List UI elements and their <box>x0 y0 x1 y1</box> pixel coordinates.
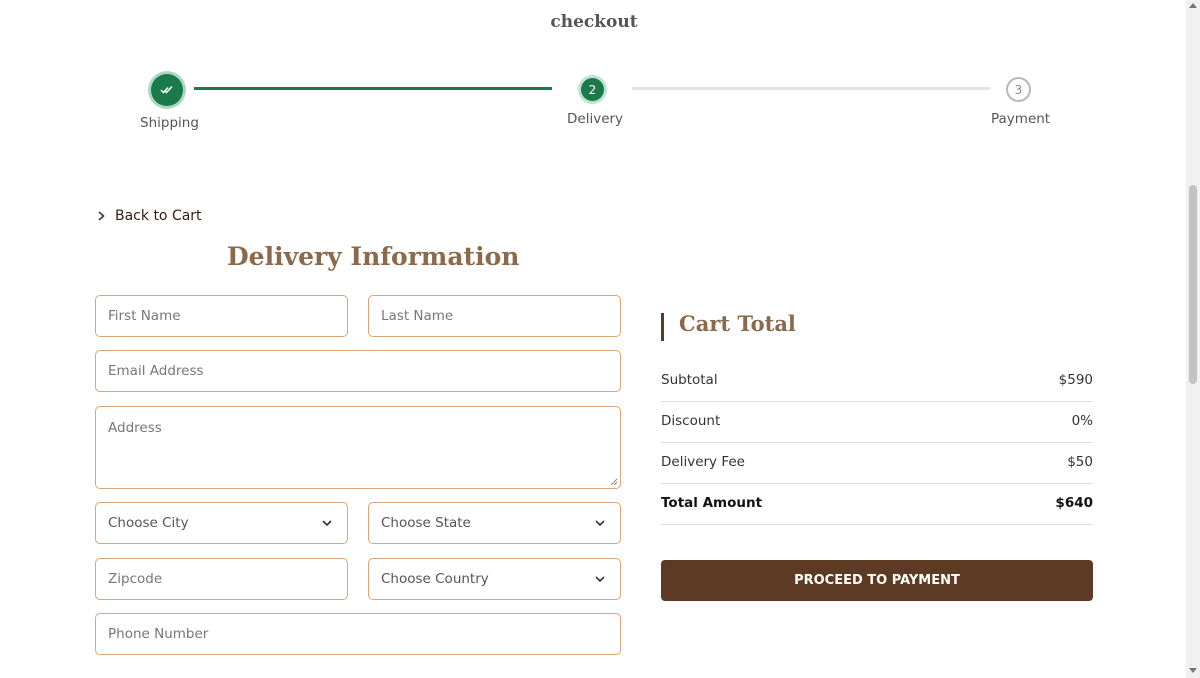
state-select[interactable]: Choose State <box>368 502 621 544</box>
last-name-placeholder: Last Name <box>381 308 454 324</box>
phone-field[interactable]: Phone Number <box>95 613 621 655</box>
cart-row-value: $590 <box>1058 372 1093 388</box>
city-select[interactable]: Choose City <box>95 502 348 544</box>
email-placeholder: Email Address <box>108 363 204 379</box>
zipcode-field[interactable]: Zipcode <box>95 558 348 600</box>
cart-row-value: $50 <box>1067 454 1093 470</box>
country-select[interactable]: Choose Country <box>368 558 621 600</box>
last-name-field[interactable]: Last Name <box>368 295 621 337</box>
chevron-right-icon <box>98 211 105 221</box>
cart-row-delivery-fee: Delivery Fee $50 <box>661 443 1093 484</box>
cart-row-label: Subtotal <box>661 372 718 388</box>
chevron-down-icon <box>595 576 605 583</box>
progress-line-completed <box>194 87 552 90</box>
step-payment-label: Payment <box>991 111 1051 127</box>
cart-row-label: Discount <box>661 413 721 429</box>
progress-line-pending <box>632 87 990 90</box>
scrollbar-thumb[interactable] <box>1189 185 1197 384</box>
proceed-to-payment-button[interactable]: PROCEED TO PAYMENT <box>661 560 1093 601</box>
address-textarea[interactable]: Address <box>95 406 621 489</box>
cart-row-total-amount: Total Amount $640 <box>661 484 1093 525</box>
country-select-value: Choose Country <box>381 571 489 587</box>
cart-title-accent-bar <box>661 313 664 341</box>
address-placeholder: Address <box>108 420 162 436</box>
cart-row-value: $640 <box>1055 495 1093 511</box>
chevron-down-icon <box>595 520 605 527</box>
scroll-up-arrow-icon[interactable] <box>1189 3 1197 8</box>
step-shipping-label: Shipping <box>140 115 199 131</box>
resize-grip-icon[interactable] <box>610 478 618 486</box>
back-to-cart-link[interactable]: Back to Cart <box>98 208 202 224</box>
step-delivery-label: Delivery <box>567 111 624 127</box>
back-to-cart-label: Back to Cart <box>115 208 202 224</box>
delivery-form-title: Delivery Information <box>227 242 520 271</box>
step-delivery-indicator: 2 <box>581 78 604 101</box>
first-name-placeholder: First Name <box>108 308 181 324</box>
state-select-value: Choose State <box>381 515 471 531</box>
cart-row-label: Total Amount <box>661 495 763 511</box>
phone-placeholder: Phone Number <box>108 626 209 642</box>
zipcode-placeholder: Zipcode <box>108 571 163 587</box>
chevron-down-icon <box>322 520 332 527</box>
cart-total-title: Cart Total <box>679 311 796 336</box>
page-scrollbar[interactable] <box>1186 0 1200 678</box>
page-title: checkout <box>550 12 638 32</box>
cart-row-value: 0% <box>1071 413 1093 429</box>
city-select-value: Choose City <box>108 515 189 531</box>
cart-row-label: Delivery Fee <box>661 454 745 470</box>
cart-row-discount: Discount 0% <box>661 402 1093 443</box>
step-shipping-indicator <box>151 74 183 106</box>
first-name-field[interactable]: First Name <box>95 295 348 337</box>
cart-row-subtotal: Subtotal $590 <box>661 361 1093 402</box>
double-check-icon <box>160 85 173 94</box>
step-payment-indicator: 3 <box>1006 77 1031 102</box>
scroll-down-arrow-icon[interactable] <box>1189 668 1197 673</box>
email-field[interactable]: Email Address <box>95 350 621 392</box>
